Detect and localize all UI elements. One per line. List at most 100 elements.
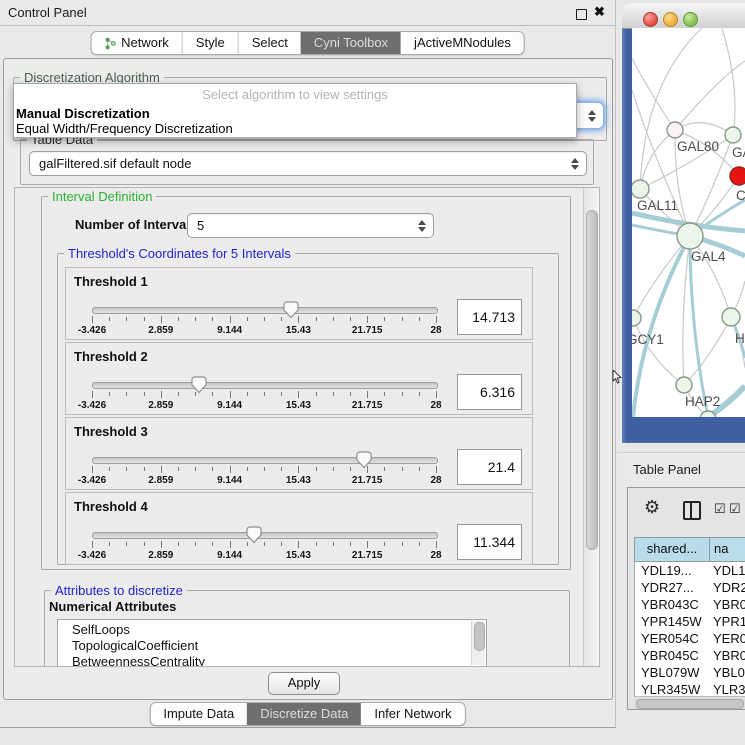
slider-tick bbox=[333, 467, 334, 471]
slider-track[interactable] bbox=[92, 532, 438, 539]
tab-infer-network[interactable]: Infer Network bbox=[361, 703, 464, 725]
scrollbar-thumb[interactable] bbox=[636, 699, 744, 709]
attribute-list[interactable]: SelfLoopsTopologicalCoefficientBetweenne… bbox=[57, 619, 487, 667]
tick-label: 21.715 bbox=[352, 550, 383, 561]
tick-label: 28 bbox=[430, 475, 441, 486]
mac-minimize-icon[interactable] bbox=[663, 12, 678, 27]
slider-tick bbox=[109, 392, 110, 396]
table-panel-window: ⚙ ☑ ☑ shared... na YDL19...YDL1YDR27...Y… bbox=[627, 487, 745, 710]
slider-handle[interactable] bbox=[356, 451, 372, 469]
tab-style[interactable]: Style bbox=[183, 32, 239, 54]
table-row[interactable]: YBR045CYBR0 bbox=[635, 647, 745, 664]
slider-tick bbox=[367, 541, 368, 548]
scrollbar-thumb[interactable] bbox=[474, 622, 485, 651]
table-rows: YDL19...YDL1YDR27...YDR2YBR043CYBR0YPR14… bbox=[634, 562, 745, 698]
table-row[interactable]: YBL079WYBL0 bbox=[635, 664, 745, 681]
threshold-value-field[interactable]: 14.713 bbox=[457, 299, 522, 335]
slider-handle[interactable] bbox=[283, 301, 299, 319]
network-node[interactable] bbox=[725, 127, 741, 143]
slider-tick bbox=[230, 541, 231, 548]
slider-tick bbox=[178, 467, 179, 471]
split-columns-icon[interactable] bbox=[683, 501, 701, 520]
slider-tick bbox=[384, 542, 385, 546]
slider-track[interactable] bbox=[92, 382, 438, 389]
threshold-slider[interactable]: -3.4262.8599.14415.4321.71528 bbox=[92, 457, 436, 489]
slider-tick bbox=[230, 391, 231, 398]
slider-tick bbox=[264, 542, 265, 546]
tab-network[interactable]: Network bbox=[91, 32, 183, 54]
attribute-list-scrollbar[interactable] bbox=[471, 621, 485, 665]
slider-track[interactable] bbox=[92, 307, 438, 314]
slider-tick bbox=[316, 392, 317, 396]
table-row[interactable]: YDR27...YDR2 bbox=[635, 579, 745, 596]
table-data-group: Table Data galFiltered.sif default node bbox=[20, 139, 594, 185]
network-node[interactable] bbox=[676, 377, 692, 393]
close-icon[interactable]: ✖ bbox=[594, 4, 605, 20]
slider-handle[interactable] bbox=[246, 526, 262, 544]
slider-tick bbox=[436, 466, 437, 473]
slider-tick bbox=[212, 317, 213, 321]
table-row[interactable]: YDL19...YDL1 bbox=[635, 562, 745, 579]
tab-label: jActiveMNodules bbox=[414, 32, 511, 54]
interval-definition-group: Interval Definition Number of Intervals … bbox=[41, 196, 571, 570]
thresholds-group: Threshold's Coordinates for 5 Intervals … bbox=[57, 253, 559, 565]
gear-icon[interactable]: ⚙ bbox=[644, 497, 660, 518]
mac-close-icon[interactable] bbox=[643, 12, 658, 27]
list-item[interactable]: TopologicalCoefficient bbox=[58, 638, 486, 654]
threshold-label: Threshold 4 bbox=[74, 499, 148, 514]
attributes-group: Attributes to discretize Numerical Attri… bbox=[44, 590, 570, 667]
tab-jactivemnodules[interactable]: jActiveMNodules bbox=[401, 32, 524, 54]
mouse-cursor bbox=[612, 370, 622, 384]
tab-cyni-toolbox[interactable]: Cyni Toolbox bbox=[301, 32, 401, 54]
network-node[interactable] bbox=[632, 310, 641, 326]
tab-impute-data[interactable]: Impute Data bbox=[150, 703, 247, 725]
tick-label: 9.144 bbox=[217, 400, 242, 411]
checkbox-icon[interactable]: ☑ bbox=[714, 501, 726, 517]
slider-tick bbox=[212, 467, 213, 471]
apply-button[interactable]: Apply bbox=[268, 672, 340, 695]
threshold-slider[interactable]: -3.4262.8599.14415.4321.71528 bbox=[92, 382, 436, 414]
vertical-scrollbar[interactable] bbox=[583, 188, 599, 666]
column-header-shared-name[interactable]: shared... bbox=[635, 538, 710, 561]
slider-tick bbox=[384, 392, 385, 396]
threshold-slider[interactable]: -3.4262.8599.14415.4321.71528 bbox=[92, 307, 436, 339]
tick-label: 15.43 bbox=[286, 400, 311, 411]
table-row[interactable]: YPR145WYPR1 bbox=[635, 613, 745, 630]
tab-discretize-data[interactable]: Discretize Data bbox=[247, 703, 361, 725]
slider-tick bbox=[350, 467, 351, 471]
table-row[interactable]: YER054CYER0 bbox=[635, 630, 745, 647]
network-node[interactable] bbox=[632, 180, 649, 198]
node-label: HAP2 bbox=[685, 394, 720, 409]
table-data-combo[interactable]: galFiltered.sif default node bbox=[29, 151, 587, 176]
network-node[interactable] bbox=[722, 308, 740, 326]
tick-label: 15.43 bbox=[286, 550, 311, 561]
network-node[interactable] bbox=[667, 122, 683, 138]
slider-handle[interactable] bbox=[191, 376, 207, 394]
threshold-value-field[interactable]: 21.4 bbox=[457, 449, 522, 485]
list-item[interactable]: BetweennessCentrality bbox=[58, 654, 486, 667]
network-node[interactable] bbox=[677, 223, 703, 249]
threshold-value-field[interactable]: 11.344 bbox=[457, 524, 522, 560]
slider-tick bbox=[367, 391, 368, 398]
threshold-value-field[interactable]: 6.316 bbox=[457, 374, 522, 410]
scrollbar-thumb[interactable] bbox=[586, 210, 598, 550]
slider-track[interactable] bbox=[92, 457, 438, 464]
number-of-intervals-combo[interactable]: 5 bbox=[187, 213, 434, 238]
dropdown-option-manual[interactable]: Manual Discretization bbox=[16, 106, 150, 121]
horizontal-scrollbar[interactable] bbox=[634, 696, 745, 709]
tick-label: 2.859 bbox=[148, 475, 173, 486]
mac-zoom-icon[interactable] bbox=[683, 12, 698, 27]
network-canvas[interactable]: GAL80GACGAL11GAL4GCY1HHAP2 bbox=[632, 28, 745, 417]
float-window-icon[interactable] bbox=[576, 9, 587, 20]
column-header-name[interactable]: na bbox=[710, 538, 745, 561]
network-node[interactable] bbox=[730, 167, 745, 185]
table-row[interactable]: YBR043CYBR0 bbox=[635, 596, 745, 613]
threshold-slider[interactable]: -3.4262.8599.14415.4321.71528 bbox=[92, 532, 436, 564]
list-item[interactable]: SelfLoops bbox=[58, 622, 486, 638]
dropdown-option-equal-width[interactable]: Equal Width/Frequency Discretization bbox=[16, 121, 233, 136]
cyni-main-panel: Discretization Algorithm Select algorith… bbox=[3, 58, 613, 700]
tab-select[interactable]: Select bbox=[239, 32, 301, 54]
checkbox-icon[interactable]: ☑ bbox=[729, 501, 741, 517]
slider-tick bbox=[436, 541, 437, 548]
tick-label: 21.715 bbox=[352, 400, 383, 411]
